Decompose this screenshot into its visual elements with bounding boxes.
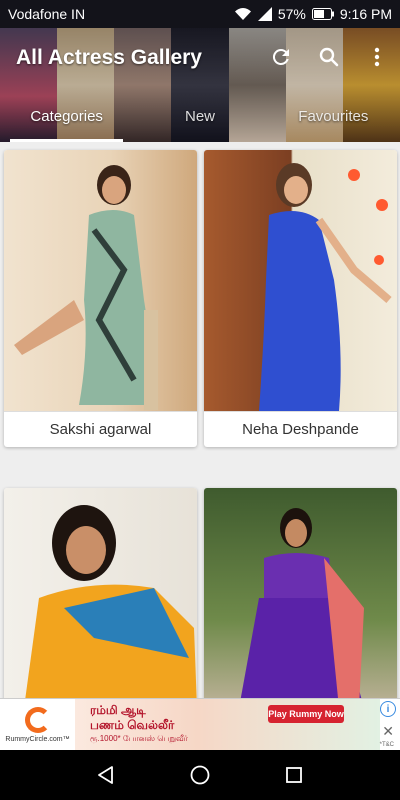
tab-favourites[interactable]: Favourites	[267, 100, 400, 142]
ad-terms: *T&C	[379, 742, 394, 748]
more-vert-icon[interactable]	[364, 44, 390, 70]
ad-cta-button[interactable]: Play Rummy Now	[268, 705, 344, 723]
carrier-name: Vodafone IN	[8, 6, 86, 22]
actress-card-neha[interactable]: Neha Deshpande	[204, 150, 397, 447]
tab-new[interactable]: New	[133, 100, 266, 142]
actress-photo	[4, 488, 197, 698]
actress-card-sakshi[interactable]: Sakshi agarwal	[4, 150, 197, 447]
ad-line-2: பணம் வெல்லீர்	[90, 718, 175, 732]
search-icon[interactable]	[316, 44, 342, 70]
clock-time: 9:16 PM	[339, 6, 392, 22]
recents-icon[interactable]	[282, 763, 306, 787]
actress-card[interactable]	[4, 488, 197, 698]
actress-name: Sakshi agarwal	[4, 411, 197, 447]
system-nav-bar	[0, 750, 400, 800]
actress-grid: Sakshi agarwal Neha Deshpande	[0, 142, 400, 698]
ad-brand: RummyCircle.com™	[5, 736, 70, 743]
back-icon[interactable]	[94, 763, 118, 787]
home-icon[interactable]	[188, 763, 212, 787]
actress-card[interactable]	[204, 488, 397, 698]
ad-info-icon[interactable]: i	[380, 701, 396, 717]
refresh-icon[interactable]	[268, 44, 294, 70]
wifi-icon	[234, 7, 252, 21]
signal-icon	[257, 7, 272, 21]
actress-photo	[204, 150, 397, 411]
battery-percent: 57%	[277, 6, 306, 22]
ad-line-3: ரூ.1000* போனஸ் பெறுவீர்	[90, 734, 188, 743]
ad-banner[interactable]: RummyCircle.com™ ரம்மி ஆடி பணம் வெல்லீர்…	[0, 698, 400, 750]
ad-close-icon[interactable]: ✕	[382, 723, 394, 740]
app-screen: All Actress Gallery Categories New Favou…	[0, 0, 400, 800]
tab-bar: Categories New Favourites	[0, 100, 400, 142]
app-title: All Actress Gallery	[16, 46, 202, 69]
actress-name: Neha Deshpande	[204, 411, 397, 447]
battery-icon	[311, 8, 334, 20]
rummycircle-logo-icon	[24, 707, 51, 733]
ad-logo: RummyCircle.com™	[0, 699, 75, 750]
status-bar: Vodafone IN 57% 9:16 PM	[0, 0, 400, 28]
ad-line-1: ரம்மி ஆடி	[90, 703, 146, 717]
toolbar-actions	[268, 44, 390, 70]
actress-photo	[4, 150, 197, 411]
tab-categories[interactable]: Categories	[0, 100, 133, 142]
actress-photo	[204, 488, 397, 698]
